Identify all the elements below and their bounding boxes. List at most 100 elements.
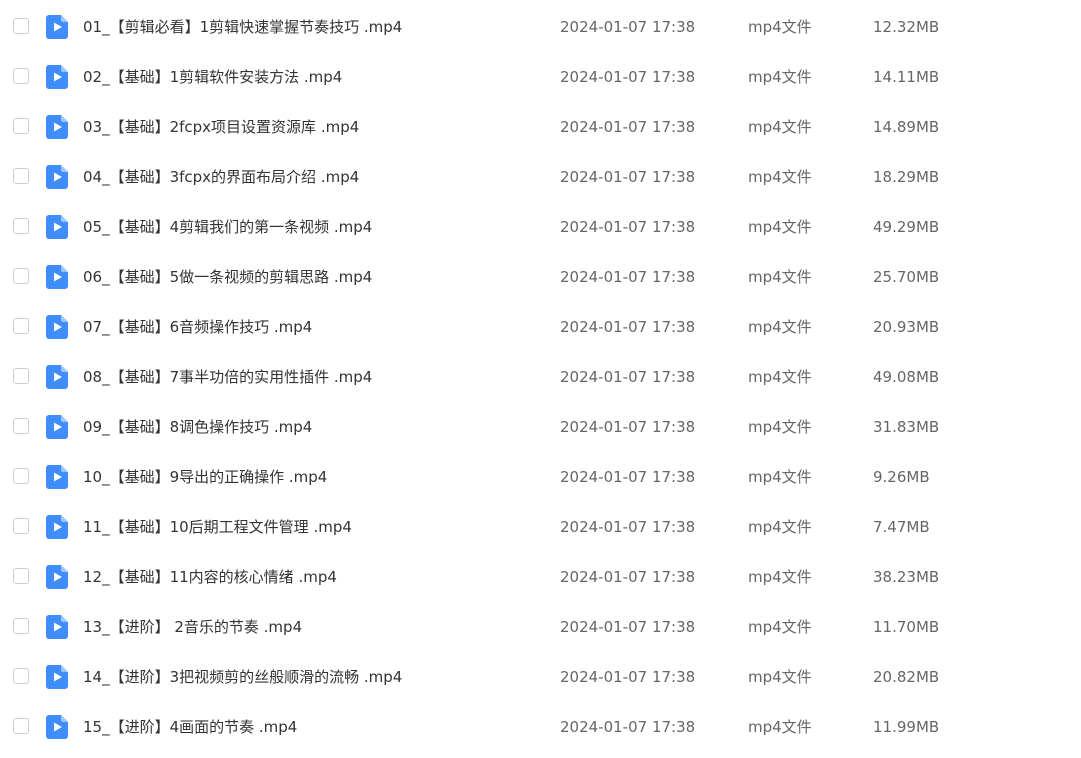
file-name[interactable]: 08_【基础】7事半功倍的实用性插件 .mp4 — [83, 352, 372, 402]
video-file-icon — [46, 165, 68, 189]
file-name[interactable]: 15_【进阶】4画面的节奏 .mp4 — [83, 702, 297, 752]
file-modified-date: 2024-01-07 17:38 — [560, 418, 696, 436]
file-modified-date: 2024-01-07 17:38 — [560, 68, 696, 86]
video-file-icon — [46, 365, 68, 389]
video-file-icon — [46, 665, 68, 689]
file-name[interactable]: 01_【剪辑必看】1剪辑快速掌握节奏技巧 .mp4 — [83, 2, 402, 52]
file-modified-date: 2024-01-07 17:38 — [560, 368, 696, 386]
file-row[interactable]: 01_【剪辑必看】1剪辑快速掌握节奏技巧 .mp4 2024-01-07 17:… — [0, 2, 1081, 52]
video-file-icon — [46, 15, 68, 39]
file-type: mp4文件 — [748, 518, 812, 536]
file-modified-date: 2024-01-07 17:38 — [560, 468, 696, 486]
file-name[interactable]: 02_【基础】1剪辑软件安装方法 .mp4 — [83, 52, 342, 102]
file-size: 14.89MB — [873, 118, 940, 136]
file-row[interactable]: 11_【基础】10后期工程文件管理 .mp4 2024-01-07 17:38 … — [0, 502, 1081, 552]
file-name[interactable]: 09_【基础】8调色操作技巧 .mp4 — [83, 402, 312, 452]
file-size: 20.93MB — [873, 318, 940, 336]
file-name[interactable]: 14_【进阶】3把视频剪的丝般顺滑的流畅 .mp4 — [83, 652, 402, 702]
file-modified-date: 2024-01-07 17:38 — [560, 318, 696, 336]
file-type: mp4文件 — [748, 618, 812, 636]
video-file-icon — [46, 265, 68, 289]
file-row[interactable]: 04_【基础】3fcpx的界面布局介绍 .mp4 2024-01-07 17:3… — [0, 152, 1081, 202]
row-checkbox[interactable] — [13, 368, 29, 384]
file-type: mp4文件 — [748, 368, 812, 386]
file-modified-date: 2024-01-07 17:38 — [560, 168, 696, 186]
file-type: mp4文件 — [748, 118, 812, 136]
file-row[interactable]: 02_【基础】1剪辑软件安装方法 .mp4 2024-01-07 17:38 m… — [0, 52, 1081, 102]
file-name[interactable]: 07_【基础】6音频操作技巧 .mp4 — [83, 302, 312, 352]
file-modified-date: 2024-01-07 17:38 — [560, 218, 696, 236]
file-size: 11.70MB — [873, 618, 940, 636]
file-size: 11.99MB — [873, 718, 940, 736]
file-row[interactable]: 12_【基础】11内容的核心情绪 .mp4 2024-01-07 17:38 m… — [0, 552, 1081, 602]
file-size: 38.23MB — [873, 568, 940, 586]
file-name[interactable]: 06_【基础】5做一条视频的剪辑思路 .mp4 — [83, 252, 372, 302]
file-type: mp4文件 — [748, 68, 812, 86]
row-checkbox[interactable] — [13, 418, 29, 434]
file-type: mp4文件 — [748, 268, 812, 286]
row-checkbox[interactable] — [13, 568, 29, 584]
row-checkbox[interactable] — [13, 268, 29, 284]
file-name[interactable]: 10_【基础】9导出的正确操作 .mp4 — [83, 452, 327, 502]
file-name[interactable]: 05_【基础】4剪辑我们的第一条视频 .mp4 — [83, 202, 372, 252]
file-size: 31.83MB — [873, 418, 940, 436]
row-checkbox[interactable] — [13, 618, 29, 634]
file-name[interactable]: 04_【基础】3fcpx的界面布局介绍 .mp4 — [83, 152, 359, 202]
row-checkbox[interactable] — [13, 718, 29, 734]
file-size: 25.70MB — [873, 268, 940, 286]
file-type: mp4文件 — [748, 668, 812, 686]
file-type: mp4文件 — [748, 18, 812, 36]
video-file-icon — [46, 615, 68, 639]
video-file-icon — [46, 715, 68, 739]
file-row[interactable]: 08_【基础】7事半功倍的实用性插件 .mp4 2024-01-07 17:38… — [0, 352, 1081, 402]
file-row[interactable]: 06_【基础】5做一条视频的剪辑思路 .mp4 2024-01-07 17:38… — [0, 252, 1081, 302]
video-file-icon — [46, 515, 68, 539]
row-checkbox[interactable] — [13, 218, 29, 234]
row-checkbox[interactable] — [13, 68, 29, 84]
row-checkbox[interactable] — [13, 168, 29, 184]
row-checkbox[interactable] — [13, 18, 29, 34]
video-file-icon — [46, 315, 68, 339]
file-name[interactable]: 12_【基础】11内容的核心情绪 .mp4 — [83, 552, 337, 602]
video-file-icon — [46, 215, 68, 239]
file-size: 18.29MB — [873, 168, 940, 186]
file-modified-date: 2024-01-07 17:38 — [560, 568, 696, 586]
file-row[interactable]: 14_【进阶】3把视频剪的丝般顺滑的流畅 .mp4 2024-01-07 17:… — [0, 652, 1081, 702]
file-row[interactable]: 10_【基础】9导出的正确操作 .mp4 2024-01-07 17:38 mp… — [0, 452, 1081, 502]
file-type: mp4文件 — [748, 168, 812, 186]
file-size: 7.47MB — [873, 518, 930, 536]
file-row[interactable]: 05_【基础】4剪辑我们的第一条视频 .mp4 2024-01-07 17:38… — [0, 202, 1081, 252]
file-modified-date: 2024-01-07 17:38 — [560, 268, 696, 286]
file-type: mp4文件 — [748, 568, 812, 586]
file-type: mp4文件 — [748, 418, 812, 436]
file-row[interactable]: 13_【进阶】 2音乐的节奏 .mp4 2024-01-07 17:38 mp4… — [0, 602, 1081, 652]
file-name[interactable]: 11_【基础】10后期工程文件管理 .mp4 — [83, 502, 352, 552]
video-file-icon — [46, 565, 68, 589]
video-file-icon — [46, 465, 68, 489]
video-file-icon — [46, 415, 68, 439]
file-row[interactable]: 09_【基础】8调色操作技巧 .mp4 2024-01-07 17:38 mp4… — [0, 402, 1081, 452]
file-row[interactable]: 07_【基础】6音频操作技巧 .mp4 2024-01-07 17:38 mp4… — [0, 302, 1081, 352]
row-checkbox[interactable] — [13, 518, 29, 534]
file-size: 20.82MB — [873, 668, 940, 686]
file-modified-date: 2024-01-07 17:38 — [560, 718, 696, 736]
file-modified-date: 2024-01-07 17:38 — [560, 668, 696, 686]
row-checkbox[interactable] — [13, 118, 29, 134]
row-checkbox[interactable] — [13, 318, 29, 334]
video-file-icon — [46, 65, 68, 89]
file-modified-date: 2024-01-07 17:38 — [560, 618, 696, 636]
file-size: 14.11MB — [873, 68, 940, 86]
file-size: 49.08MB — [873, 368, 940, 386]
file-row[interactable]: 15_【进阶】4画面的节奏 .mp4 2024-01-07 17:38 mp4文… — [0, 702, 1081, 752]
file-name[interactable]: 13_【进阶】 2音乐的节奏 .mp4 — [83, 602, 302, 652]
video-file-icon — [46, 115, 68, 139]
row-checkbox[interactable] — [13, 668, 29, 684]
file-size: 12.32MB — [873, 18, 940, 36]
file-row[interactable]: 03_【基础】2fcpx项目设置资源库 .mp4 2024-01-07 17:3… — [0, 102, 1081, 152]
file-list: 01_【剪辑必看】1剪辑快速掌握节奏技巧 .mp4 2024-01-07 17:… — [0, 0, 1081, 758]
file-name[interactable]: 03_【基础】2fcpx项目设置资源库 .mp4 — [83, 102, 359, 152]
file-type: mp4文件 — [748, 468, 812, 486]
row-checkbox[interactable] — [13, 468, 29, 484]
file-size: 49.29MB — [873, 218, 940, 236]
file-modified-date: 2024-01-07 17:38 — [560, 18, 696, 36]
